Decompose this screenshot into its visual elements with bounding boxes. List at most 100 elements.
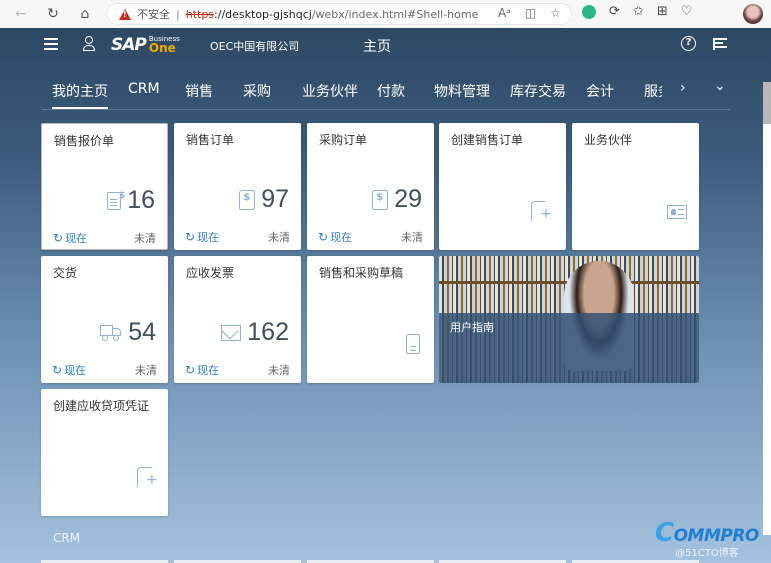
browser-health-icon[interactable]: ♡: [681, 4, 693, 19]
tile-business-partners[interactable]: 业务伙伴: [572, 123, 699, 250]
truck-icon: [100, 324, 122, 341]
page-title: 主页: [363, 39, 391, 55]
tab-sales[interactable]: 销售: [185, 81, 213, 101]
tab-accounting[interactable]: 会计: [586, 81, 614, 101]
tile-ar-invoices[interactable]: 应收发票 162 ↻ 现在 未清: [174, 256, 301, 383]
sap-shell: SAP Business One OEC中国有限公司 主页 ? 我的主页 CRM…: [0, 28, 771, 563]
tab-inventory-transactions[interactable]: 库存交易: [510, 81, 566, 101]
refresh-icon[interactable]: ↻: [53, 231, 63, 245]
refresh-label[interactable]: 现在: [64, 362, 86, 378]
tile-deliveries[interactable]: 交货 54 ↻ 现在 未清: [41, 256, 168, 383]
tile-drafts[interactable]: 销售和采购草稿: [307, 256, 434, 383]
tile-status: 未清: [268, 231, 290, 244]
tile-count: 29: [394, 185, 422, 213]
warning-icon[interactable]: [119, 8, 131, 20]
tab-business-partners[interactable]: 业务伙伴: [302, 81, 358, 101]
watermark: COMMPRO @51CTO博客: [655, 518, 759, 559]
refresh-link[interactable]: ↻ 现在: [52, 362, 86, 378]
url-host: ://desktop-gjshqcj: [214, 7, 312, 21]
envelope-money-icon: [221, 324, 242, 341]
address-bar[interactable]: 不安全 | https://desktop-gjshqcj/webx/index…: [106, 3, 572, 25]
tab-bar: 我的主页 CRM 销售 采购 业务伙伴 付款 物料管理 库存交易 会计 服务 ›…: [42, 74, 730, 110]
sap-business-one-logo: SAP Business One: [111, 35, 180, 55]
contact-card-icon: [667, 205, 687, 219]
tile-title: 销售订单: [186, 133, 235, 147]
read-aloud-icon[interactable]: A͏ᵃ: [498, 6, 511, 20]
refresh-icon[interactable]: ↻: [185, 363, 195, 377]
tile-purchase-orders[interactable]: 采购订单 $ 29 ↻ 现在 未清: [307, 123, 434, 250]
address-separator: |: [176, 7, 180, 21]
back-icon[interactable]: ←: [10, 3, 32, 25]
shell-header: SAP Business One OEC中国有限公司 主页 ?: [0, 28, 771, 62]
insecure-label[interactable]: 不安全: [137, 6, 170, 22]
refresh-icon[interactable]: ↻: [185, 230, 195, 244]
new-document-icon: [531, 201, 552, 222]
refresh-label[interactable]: 现在: [330, 229, 352, 245]
tile-sales-orders[interactable]: 销售订单 $ 97 ↻ 现在 未清: [174, 123, 301, 250]
tab-purchasing[interactable]: 采购: [243, 81, 271, 101]
notifications-icon[interactable]: [713, 38, 727, 50]
tile-title: 创建应收贷项凭证: [53, 399, 150, 413]
refresh-link[interactable]: ↻ 现在: [318, 229, 352, 245]
copilot-icon[interactable]: [582, 4, 596, 19]
collections-icon[interactable]: ⊞: [657, 4, 668, 19]
profile-avatar[interactable]: [743, 4, 763, 24]
scrollbar-thumb[interactable]: [763, 82, 771, 124]
document-dollar-icon: $: [107, 191, 125, 210]
browser-toolbar: ← ↻ ⌂ 不安全 | https://desktop-gjshqcj/webx…: [0, 0, 771, 28]
favorite-star-icon[interactable]: ☆: [550, 6, 561, 20]
tile-title: 业务伙伴: [584, 133, 633, 147]
scrollbar[interactable]: [763, 82, 771, 535]
tile-create-ar-credit-memo[interactable]: 创建应收贷项凭证: [41, 389, 168, 516]
tile-status: 未清: [134, 232, 156, 245]
refresh-label[interactable]: 现在: [197, 229, 219, 245]
tile-title: 应收发票: [186, 266, 235, 280]
menu-icon[interactable]: [44, 38, 58, 50]
reload-icon[interactable]: ↻: [42, 3, 64, 25]
tab-payments[interactable]: 付款: [377, 81, 405, 101]
tile-title: 销售和采购草稿: [319, 266, 404, 280]
document-dollar-icon: $: [372, 189, 389, 210]
chevron-down-icon[interactable]: ⌄: [714, 78, 726, 94]
refresh-link[interactable]: ↻ 现在: [185, 229, 219, 245]
extensions-icon[interactable]: ⟳: [609, 4, 620, 19]
tile-count: 16: [127, 186, 155, 214]
user-icon[interactable]: [83, 36, 95, 52]
tile-count: 162: [247, 318, 289, 346]
home-icon[interactable]: ⌂: [74, 3, 96, 25]
document-icon: [406, 334, 420, 354]
refresh-icon[interactable]: ↻: [318, 230, 328, 244]
tile-count: 97: [261, 185, 289, 213]
tab-my-home[interactable]: 我的主页: [52, 81, 108, 109]
tile-status: 未清: [268, 364, 290, 377]
tile-status: 未清: [401, 231, 423, 244]
chevron-right-icon[interactable]: ›: [680, 80, 686, 96]
refresh-link[interactable]: ↻ 现在: [53, 230, 87, 246]
tab-service[interactable]: 服务: [644, 81, 662, 101]
split-screen-icon[interactable]: ◫: [525, 6, 536, 20]
refresh-label[interactable]: 现在: [65, 230, 87, 246]
refresh-label[interactable]: 现在: [197, 362, 219, 378]
tile-create-sales-order[interactable]: 创建销售订单: [439, 123, 566, 250]
help-icon[interactable]: ?: [681, 36, 696, 51]
tile-title: 用户指南: [450, 321, 494, 334]
company-name[interactable]: OEC中国有限公司: [210, 38, 299, 54]
tab-inventory[interactable]: 物料管理: [434, 81, 490, 101]
logo-one-text: One: [148, 41, 176, 55]
tab-crm[interactable]: CRM: [128, 81, 160, 97]
tile-user-guide[interactable]: 用户指南: [439, 256, 699, 383]
url-path: /webx/index.html#Shell-home: [311, 7, 479, 21]
tile-title: 销售报价单: [54, 134, 115, 148]
refresh-icon[interactable]: ↻: [52, 363, 62, 377]
tile-status: 未清: [135, 364, 157, 377]
logo-sap-text: SAP: [111, 35, 147, 55]
new-document-icon: [137, 467, 158, 488]
tile-title: 创建销售订单: [451, 133, 524, 147]
section-title-crm: CRM: [53, 531, 81, 545]
favorites-icon[interactable]: ✩: [633, 4, 644, 19]
refresh-link[interactable]: ↻ 现在: [185, 362, 219, 378]
tile-title: 交货: [53, 266, 78, 280]
tile-sales-quotations[interactable]: 销售报价单 $ 16 ↻ 现在 未清: [41, 123, 168, 250]
document-dollar-icon: $: [239, 189, 256, 210]
tile-count: 54: [128, 318, 156, 346]
